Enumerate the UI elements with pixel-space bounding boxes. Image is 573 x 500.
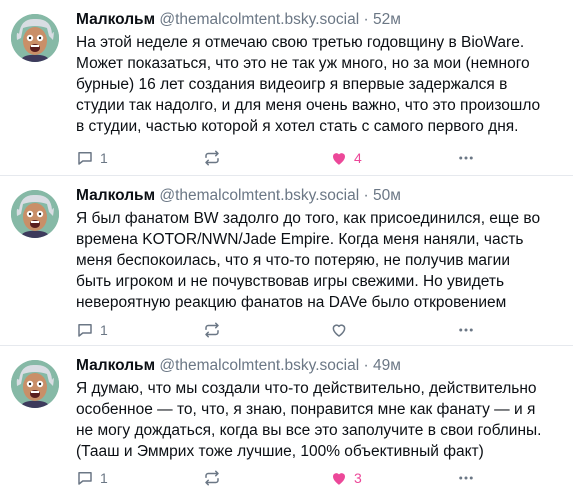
post-text-line: На этой неделе я отмечаю свою третью год… — [76, 34, 525, 51]
like-count: 3 — [354, 470, 362, 486]
post[interactable]: Малкольм @themalcolmtent.bsky.social · 5… — [0, 176, 573, 346]
more-options-button[interactable] — [456, 148, 476, 168]
post-text-line: быть игроком и не почувствовав игры свеж… — [76, 273, 505, 290]
post-text-line: (Тааш и Эммрих тоже лучшие, 100% объекти… — [76, 443, 484, 460]
avatar[interactable] — [11, 14, 59, 62]
heart-icon — [333, 473, 345, 485]
post-time[interactable]: 49м — [373, 357, 401, 374]
like-button[interactable] — [330, 320, 354, 340]
reply-icon — [78, 152, 92, 165]
post-text-line: Я думаю, что мы создали что-то действите… — [76, 380, 537, 397]
post-text: На этой неделе я отмечаю свою третью год… — [76, 32, 561, 137]
avatar-image — [11, 190, 59, 238]
post-text-line: невероятную реакцию фанатов на DAVe было… — [76, 294, 507, 311]
post-text-line: бурные) 16 лет создания видеоигр я вперв… — [76, 76, 508, 93]
post-time[interactable]: 52м — [373, 11, 401, 28]
heart-outline-icon — [332, 324, 346, 337]
author-name[interactable]: Малкольм — [76, 357, 155, 374]
reply-button[interactable]: 1 — [76, 148, 108, 168]
post-actions: 1 — [76, 320, 561, 340]
author-name[interactable]: Малкольм — [76, 187, 155, 204]
post-feed: Малкольм @themalcolmtent.bsky.social · 5… — [0, 0, 573, 500]
post-text-line: в студии, частью которой я хотел стать с… — [76, 118, 519, 135]
post-text-line: времена KOTOR/NWN/Jade Empire. Когда мен… — [76, 231, 524, 248]
repost-icon — [205, 150, 219, 166]
author-handle[interactable]: @themalcolmtent.bsky.social — [159, 187, 359, 204]
more-icon — [459, 156, 473, 160]
avatar-image — [11, 360, 59, 408]
heart-icon — [333, 153, 345, 165]
repost-icon — [205, 322, 219, 338]
post-time[interactable]: 50м — [373, 187, 401, 204]
separator-dot: · — [363, 187, 369, 204]
more-icon — [459, 476, 473, 480]
repost-button[interactable] — [203, 468, 227, 488]
like-button[interactable]: 4 — [330, 148, 362, 168]
post-header: Малкольм @themalcolmtent.bsky.social · 5… — [76, 10, 561, 30]
avatar[interactable] — [11, 360, 59, 408]
reply-button[interactable]: 1 — [76, 468, 108, 488]
like-button[interactable]: 3 — [330, 468, 362, 488]
avatar-image — [11, 14, 59, 62]
author-handle[interactable]: @themalcolmtent.bsky.social — [159, 357, 359, 374]
reply-button[interactable]: 1 — [76, 320, 108, 340]
post-header: Малкольм @themalcolmtent.bsky.social · 4… — [76, 356, 561, 376]
post-text-line: не могу дождаться, когда вы все это запо… — [76, 422, 542, 439]
author-handle[interactable]: @themalcolmtent.bsky.social — [159, 11, 359, 28]
separator-dot: · — [363, 11, 369, 28]
post-actions: 1 3 — [76, 468, 561, 488]
repost-icon — [205, 470, 219, 486]
more-options-button[interactable] — [456, 468, 476, 488]
like-count: 4 — [354, 150, 362, 166]
author-name[interactable]: Малкольм — [76, 11, 155, 28]
reply-count: 1 — [100, 150, 108, 166]
separator-dot: · — [363, 357, 369, 374]
post-text-line: Я был фанатом BW задолго до того, как пр… — [76, 210, 541, 227]
repost-button[interactable] — [203, 320, 227, 340]
reply-count: 1 — [100, 322, 108, 338]
reply-icon — [78, 324, 92, 337]
post-text: Я был фанатом BW задолго до того, как пр… — [76, 208, 561, 313]
reply-count: 1 — [100, 470, 108, 486]
post-text-line: Может показаться, что это не так уж мног… — [76, 55, 530, 72]
avatar[interactable] — [11, 190, 59, 238]
post-actions: 1 4 — [76, 148, 561, 168]
post-text: Я думаю, что мы создали что-то действите… — [76, 378, 561, 462]
post-text-line: особенное — то, что, я знаю, понравится … — [76, 401, 536, 418]
post-text-line: студии так надолго, и для меня очень важ… — [76, 97, 541, 114]
post[interactable]: Малкольм @themalcolmtent.bsky.social · 4… — [0, 346, 573, 500]
reply-icon — [78, 472, 92, 485]
post-header: Малкольм @themalcolmtent.bsky.social · 5… — [76, 186, 561, 206]
more-icon — [459, 328, 473, 332]
more-options-button[interactable] — [456, 320, 476, 340]
repost-button[interactable] — [203, 148, 227, 168]
post[interactable]: Малкольм @themalcolmtent.bsky.social · 5… — [0, 0, 573, 176]
post-text-line: меня беспокоилась, что я что-то потеряю,… — [76, 252, 510, 269]
